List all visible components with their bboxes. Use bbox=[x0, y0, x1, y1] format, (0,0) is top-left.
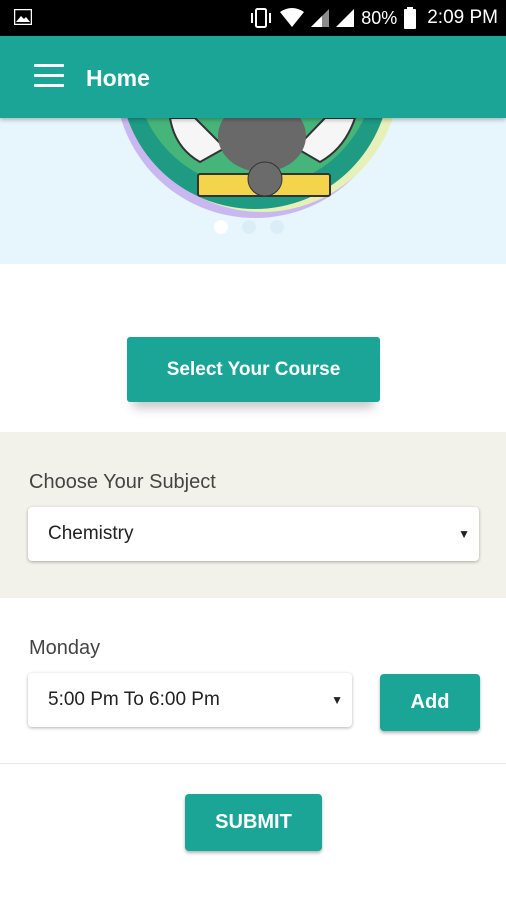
status-time: 2:09 PM bbox=[427, 7, 498, 28]
carousel-dot[interactable] bbox=[242, 220, 256, 234]
signal-icon bbox=[336, 9, 355, 27]
battery-icon bbox=[404, 7, 417, 29]
status-bar: 80% 2:09 PM bbox=[0, 0, 506, 36]
day-label: Monday bbox=[29, 637, 101, 659]
carousel-dots bbox=[214, 220, 284, 234]
subject-select[interactable]: Chemistry ▼ bbox=[28, 507, 479, 561]
hamburger-menu-icon[interactable] bbox=[34, 64, 64, 88]
student-illustration bbox=[120, 118, 393, 218]
subject-section: Choose Your Subject Chemistry ▼ bbox=[0, 432, 506, 598]
subject-label: Choose Your Subject bbox=[29, 471, 216, 493]
wifi-icon bbox=[280, 8, 305, 27]
add-button[interactable]: Add bbox=[380, 674, 480, 731]
divider bbox=[0, 763, 506, 764]
vibrate-icon bbox=[251, 8, 272, 28]
select-course-button[interactable]: Select Your Course bbox=[127, 337, 380, 402]
submit-button[interactable]: SUBMIT bbox=[185, 794, 322, 851]
banner-carousel[interactable] bbox=[0, 118, 506, 264]
time-slot-select[interactable]: 5:00 Pm To 6:00 Pm ▼ bbox=[28, 673, 352, 727]
dropdown-arrow-icon: ▼ bbox=[458, 527, 470, 541]
dropdown-arrow-icon: ▼ bbox=[331, 693, 343, 707]
app-bar: Home bbox=[0, 36, 506, 118]
carousel-dot[interactable] bbox=[214, 220, 228, 234]
image-icon bbox=[14, 9, 32, 25]
signal-icon bbox=[311, 9, 330, 27]
subject-select-value: Chemistry bbox=[48, 523, 134, 544]
page-title: Home bbox=[86, 65, 150, 91]
time-slot-value: 5:00 Pm To 6:00 Pm bbox=[48, 689, 220, 710]
carousel-dot[interactable] bbox=[270, 220, 284, 234]
battery-percent: 80% bbox=[361, 7, 398, 28]
